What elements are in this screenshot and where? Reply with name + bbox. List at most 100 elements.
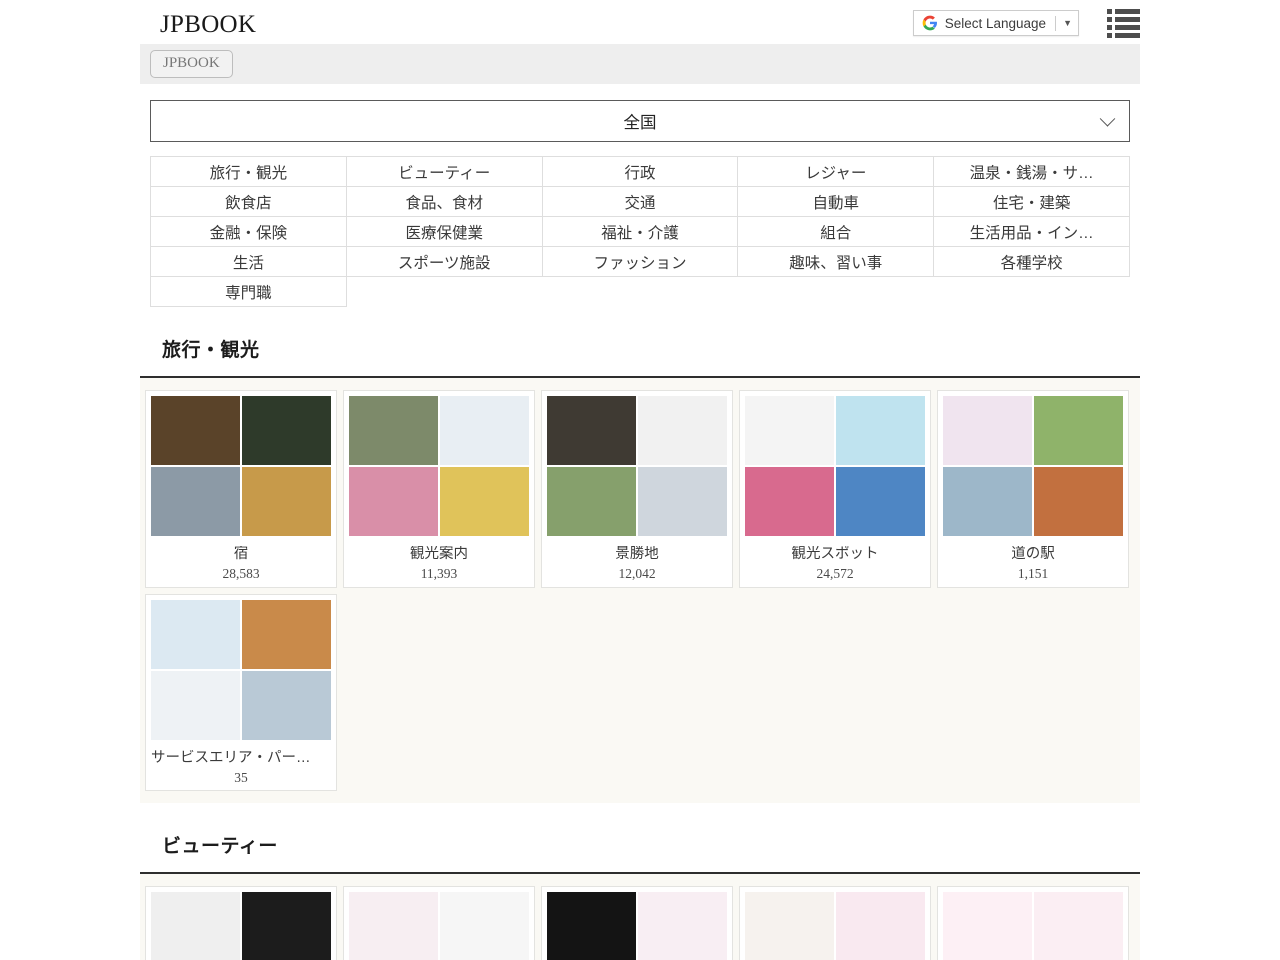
category-card[interactable]: 道の駅 1,151 xyxy=(937,390,1129,588)
thumbnail-tile xyxy=(638,396,727,465)
google-translate-widget[interactable]: Select Language ▼ xyxy=(913,10,1079,36)
region-select[interactable]: 全国 xyxy=(150,100,1130,142)
category-cell[interactable]: 温泉・銭湯・サ… xyxy=(934,157,1130,187)
site-header: JPBOOK Select Language ▼ xyxy=(0,0,1280,44)
category-cell-empty xyxy=(542,277,738,307)
category-card[interactable]: 観光案内11,393 xyxy=(343,390,535,588)
card-thumbnail xyxy=(151,600,331,740)
card-label: 宿 xyxy=(151,546,331,563)
category-card[interactable] xyxy=(541,886,733,960)
thumbnail-tile xyxy=(943,892,1032,960)
category-cell[interactable]: スポーツ施設 xyxy=(346,247,542,277)
sections-host: 旅行・観光宿 28,583 観光案内11,393景勝地12,042 観光スポット 24,… xyxy=(0,335,1280,960)
thumbnail-tile xyxy=(151,467,240,536)
category-card[interactable]: 観光スポット 24,572 xyxy=(739,390,931,588)
category-cell[interactable]: ファッション xyxy=(542,247,738,277)
thumbnail-tile xyxy=(151,892,240,960)
breadcrumb: JPBOOK xyxy=(140,44,1140,84)
site-brand[interactable]: JPBOOK xyxy=(140,12,256,37)
category-cell[interactable]: 住宅・建築 xyxy=(934,187,1130,217)
category-cell[interactable]: 行政 xyxy=(542,157,738,187)
category-cell-empty xyxy=(934,277,1130,307)
category-card[interactable]: サービスエリア・パー…35 xyxy=(145,594,337,792)
thumbnail-tile xyxy=(242,671,331,740)
thumbnail-tile xyxy=(440,892,529,960)
card-count: 24,572 xyxy=(745,566,925,582)
category-cell[interactable]: 医療保健業 xyxy=(346,217,542,247)
category-cell[interactable]: 生活 xyxy=(151,247,347,277)
card-thumbnail xyxy=(349,396,529,536)
translate-separator xyxy=(1055,16,1056,31)
category-card[interactable] xyxy=(739,886,931,960)
category-cell[interactable]: 組合 xyxy=(738,217,934,247)
thumbnail-tile xyxy=(242,396,331,465)
category-row: 金融・保険医療保健業福祉・介護組合生活用品・イン… xyxy=(151,217,1130,247)
thumbnail-tile xyxy=(547,892,636,960)
card-label: 観光スポット xyxy=(745,546,925,563)
card-label: 道の駅 xyxy=(943,546,1123,563)
thumbnail-tile xyxy=(547,467,636,536)
thumbnail-tile xyxy=(638,892,727,960)
header-right: Select Language ▼ xyxy=(913,9,1140,38)
thumbnail-tile xyxy=(745,467,834,536)
category-cell-empty xyxy=(738,277,934,307)
thumbnail-tile xyxy=(836,892,925,960)
thumbnail-tile xyxy=(242,467,331,536)
section: 旅行・観光宿 28,583 観光案内11,393景勝地12,042 観光スポット 24,… xyxy=(0,335,1280,803)
thumbnail-tile xyxy=(242,892,331,960)
category-card[interactable] xyxy=(343,886,535,960)
category-card[interactable] xyxy=(145,886,337,960)
section-title: 旅行・観光 xyxy=(162,335,1280,362)
breadcrumb-item-jpbook[interactable]: JPBOOK xyxy=(150,50,233,78)
category-cell[interactable]: 趣味、習い事 xyxy=(738,247,934,277)
card-thumbnail xyxy=(943,396,1123,536)
category-cell[interactable]: ビューティー xyxy=(346,157,542,187)
card-grid: 宿 28,583 観光案内11,393景勝地12,042 観光スポット 24,572 道の… xyxy=(140,378,1140,803)
category-cell[interactable]: レジャー xyxy=(738,157,934,187)
section-title: ビューティー xyxy=(162,831,1280,858)
card-label: 景勝地 xyxy=(547,546,727,563)
thumbnail-tile xyxy=(745,892,834,960)
category-cell[interactable]: 食品、食材 xyxy=(346,187,542,217)
category-card[interactable]: 宿 28,583 xyxy=(145,390,337,588)
card-thumbnail xyxy=(151,396,331,536)
category-card[interactable] xyxy=(937,886,1129,960)
thumbnail-tile xyxy=(151,396,240,465)
category-row: 旅行・観光ビューティー行政レジャー温泉・銭湯・サ… xyxy=(151,157,1130,187)
list-menu-icon[interactable] xyxy=(1107,9,1140,38)
thumbnail-tile xyxy=(440,467,529,536)
category-cell[interactable]: 金融・保険 xyxy=(151,217,347,247)
category-cell[interactable]: 各種学校 xyxy=(934,247,1130,277)
card-count: 11,393 xyxy=(349,566,529,582)
card-label: サービスエリア・パー… xyxy=(151,750,331,767)
thumbnail-tile xyxy=(1034,396,1123,465)
card-thumbnail xyxy=(151,892,331,960)
card-thumbnail xyxy=(745,892,925,960)
card-thumbnail xyxy=(745,396,925,536)
thumbnail-tile xyxy=(151,671,240,740)
card-thumbnail xyxy=(547,396,727,536)
chevron-down-icon xyxy=(1100,111,1116,127)
card-count: 1,151 xyxy=(943,566,1123,582)
category-card[interactable]: 景勝地12,042 xyxy=(541,390,733,588)
chevron-down-icon[interactable]: ▼ xyxy=(1063,19,1072,28)
category-row: 飲食店食品、食材交通自動車住宅・建築 xyxy=(151,187,1130,217)
category-cell[interactable]: 福祉・介護 xyxy=(542,217,738,247)
section: ビューティー xyxy=(0,831,1280,960)
menu-row xyxy=(1107,33,1140,38)
category-cell[interactable]: 専門職 xyxy=(151,277,347,307)
category-cell[interactable]: 生活用品・イン… xyxy=(934,217,1130,247)
category-cell[interactable]: 旅行・観光 xyxy=(151,157,347,187)
category-cell[interactable]: 交通 xyxy=(542,187,738,217)
category-table: 旅行・観光ビューティー行政レジャー温泉・銭湯・サ…飲食店食品、食材交通自動車住宅… xyxy=(150,156,1130,307)
thumbnail-tile xyxy=(1034,467,1123,536)
thumbnail-tile xyxy=(349,892,438,960)
region-select-wrapper: 全国 xyxy=(0,84,1280,142)
category-cell[interactable]: 自動車 xyxy=(738,187,934,217)
category-cell[interactable]: 飲食店 xyxy=(151,187,347,217)
thumbnail-tile xyxy=(836,467,925,536)
thumbnail-tile xyxy=(242,600,331,669)
category-table-body: 旅行・観光ビューティー行政レジャー温泉・銭湯・サ…飲食店食品、食材交通自動車住宅… xyxy=(151,157,1130,307)
card-count: 28,583 xyxy=(151,566,331,582)
thumbnail-tile xyxy=(1034,892,1123,960)
